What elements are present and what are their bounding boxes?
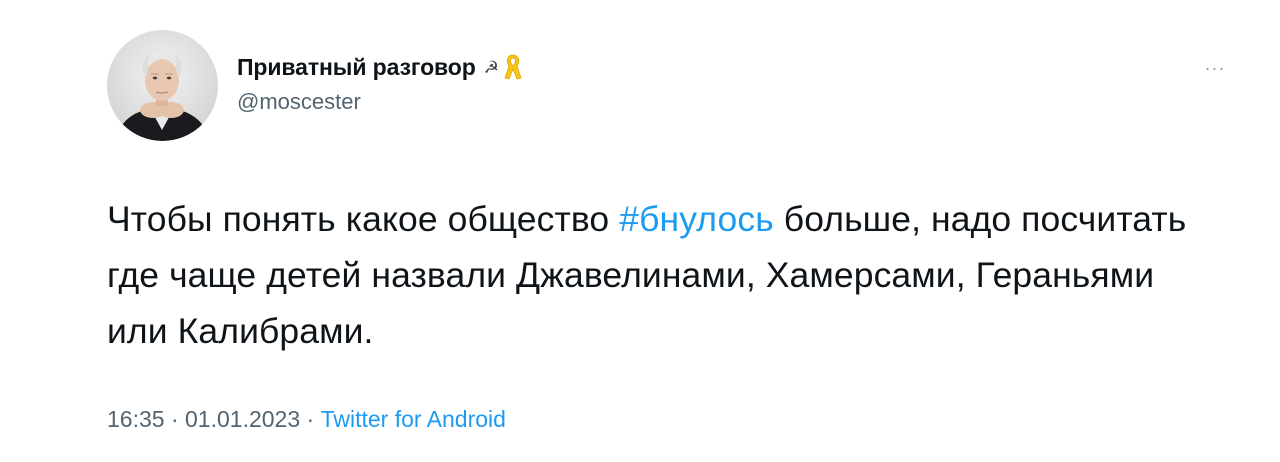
tweet-time[interactable]: 16:35 [107, 406, 165, 433]
tweet-card: Приватный разговор ☭ @moscester ··· Чтоб… [0, 0, 1280, 462]
separator: · [164, 406, 186, 432]
tweet-header: Приватный разговор ☭ @moscester [237, 50, 523, 115]
avatar-photo-icon [107, 30, 218, 141]
tweet-source[interactable]: Twitter for Android [321, 406, 506, 433]
tweet-date[interactable]: 01.01.2023 [185, 406, 300, 433]
hammer-sickle-icon: ☭ [483, 57, 499, 77]
tweet-meta: 16:35 · 01.01.2023 · Twitter for Android [107, 406, 506, 433]
yellow-ribbon-icon [503, 53, 523, 81]
tweet-text-part: Чтобы понять какое общество [107, 199, 620, 239]
display-name[interactable]: Приватный разговор [237, 54, 476, 81]
tweet-text: Чтобы понять какое общество #бнулось бол… [107, 191, 1217, 359]
avatar[interactable] [107, 30, 218, 141]
separator: · [300, 406, 321, 432]
hashtag-link[interactable]: #бнулось [619, 199, 774, 239]
name-row: Приватный разговор ☭ [237, 50, 523, 84]
user-handle[interactable]: @moscester [237, 89, 523, 115]
more-options-icon[interactable]: ··· [1197, 56, 1233, 80]
